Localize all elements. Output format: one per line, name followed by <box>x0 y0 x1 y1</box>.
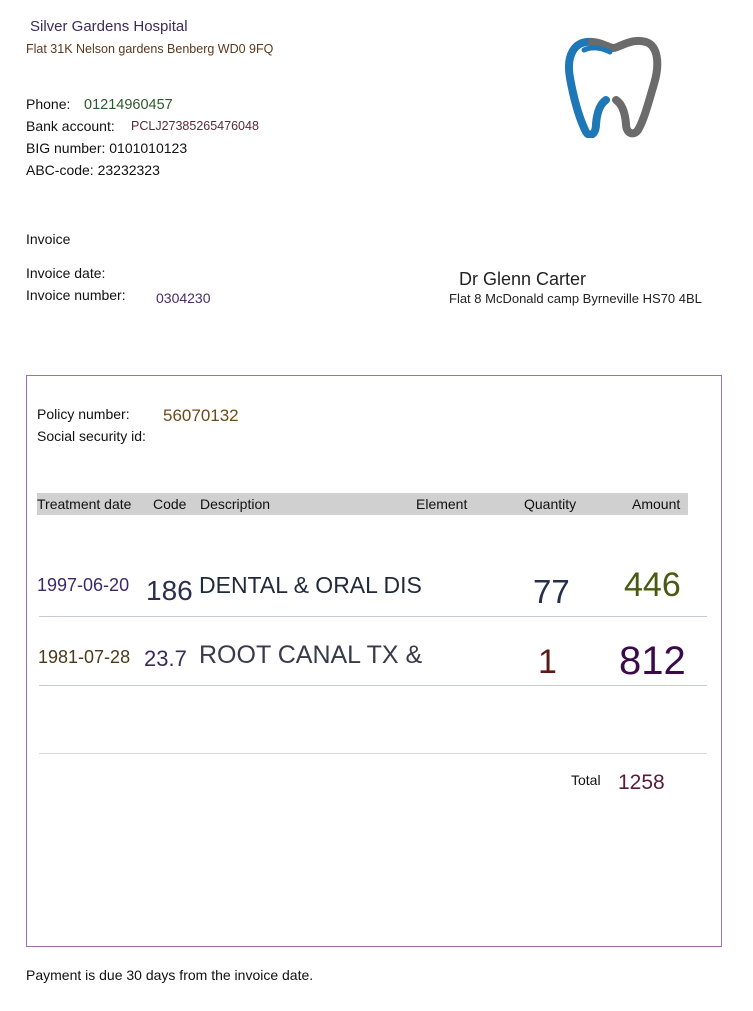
recipient-name: Dr Glenn Carter <box>459 269 587 289</box>
row1-quantity: 77 <box>533 573 570 610</box>
row1-date: 1997-06-20 <box>37 575 130 595</box>
row2-quantity: 1 <box>538 643 557 681</box>
invoice-title: Invoice <box>26 231 71 247</box>
total-label: Total <box>571 772 601 788</box>
header-description: Description <box>200 496 271 512</box>
invoice-number-label: Invoice number: <box>26 287 126 303</box>
hospital-name: Silver Gardens Hospital <box>30 18 188 35</box>
invoice-number-value: 0304230 <box>156 290 211 306</box>
header-code: Code <box>153 496 187 512</box>
bank-value: PCLJ27385265476048 <box>131 119 259 133</box>
header-treatment-date: Treatment date <box>37 496 132 512</box>
big-number: BIG number: 0101010123 <box>26 140 188 156</box>
header-amount: Amount <box>632 496 681 512</box>
hospital-address: Flat 31K Nelson gardens Benberg WD0 9FQ <box>26 42 274 56</box>
abc-code: ABC-code: 23232323 <box>26 162 160 178</box>
header-element: Element <box>416 496 468 512</box>
row1-divider <box>39 616 707 617</box>
row1-description: DENTAL & ORAL DIS <box>199 572 422 598</box>
row1-code: 186 <box>146 575 193 606</box>
social-security-label: Social security id: <box>37 428 146 444</box>
header-quantity: Quantity <box>524 496 577 512</box>
phone-label: Phone: <box>26 96 71 112</box>
total-value: 1258 <box>618 771 665 794</box>
recipient-address: Flat 8 McDonald camp Byrneville HS70 4BL <box>449 291 702 306</box>
row3-divider <box>39 753 707 754</box>
policy-number-label: Policy number: <box>37 406 130 422</box>
row2-code: 23.7 <box>144 646 187 671</box>
table-header: Treatment date Code Description Element … <box>37 493 688 515</box>
bank-label: Bank account: <box>26 118 115 134</box>
row1-amount: 446 <box>624 566 681 604</box>
payment-note: Payment is due 30 days from the invoice … <box>26 967 314 983</box>
tooth-logo-icon <box>565 36 662 138</box>
row2-amount: 812 <box>619 639 686 683</box>
phone-value: 01214960457 <box>84 97 173 113</box>
row2-description: ROOT CANAL TX & <box>199 641 423 669</box>
row2-date: 1981-07-28 <box>38 647 131 667</box>
invoice-date-label: Invoice date: <box>26 265 106 281</box>
row2-divider <box>39 685 707 686</box>
policy-number-value: 56070132 <box>163 406 239 425</box>
